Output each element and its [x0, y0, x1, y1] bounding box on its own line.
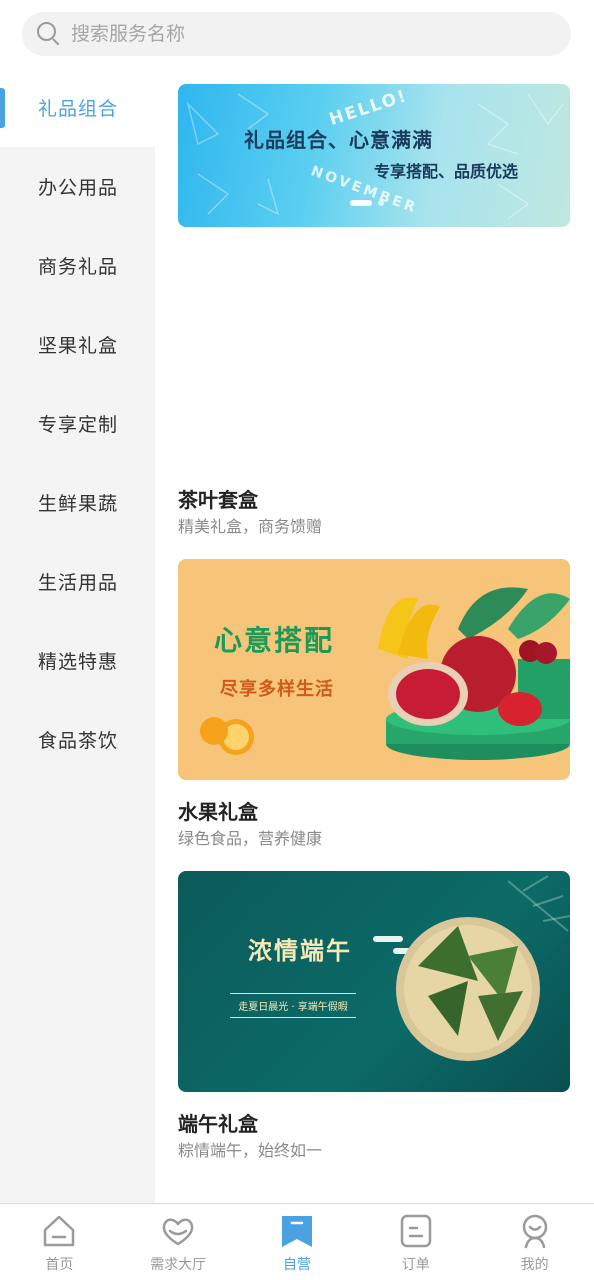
sidebar-item-label: 商务礼品	[38, 256, 119, 278]
promo-banner[interactable]: HELLO! 礼品组合、心意满满 专享搭配、品质优选 NOVEMBER	[178, 84, 570, 227]
bottom-tab-bar: 首页 需求大厅 自营 订单 我的	[0, 1203, 594, 1280]
tab-label: 我的	[520, 1257, 549, 1273]
product-desc: 绿色食品，营养健康	[178, 829, 323, 848]
sidebar-item-label: 精选特惠	[38, 651, 119, 673]
sidebar-item-label: 生鲜果蔬	[38, 493, 119, 515]
sidebar-item-label: 办公用品	[38, 177, 119, 199]
banner-title: 礼品组合、心意满满	[244, 128, 433, 152]
sidebar-item-label: 生活用品	[38, 572, 119, 594]
dragon-image-subtitle: 走夏日晨光 · 享端午假暇	[230, 993, 356, 1018]
carousel-dot[interactable]	[378, 200, 384, 206]
carousel-dot-active[interactable]	[350, 200, 372, 206]
product-item-tea[interactable]: 茶叶套盒 精美礼盒，商务馈赠	[178, 486, 570, 538]
product-desc: 粽情端午，始终如一	[178, 1141, 323, 1160]
tab-orders[interactable]: 订单	[356, 1204, 475, 1280]
sidebar-item-fresh-produce[interactable]: 生鲜果蔬	[0, 463, 155, 542]
sidebar-item-label: 专享定制	[38, 414, 119, 436]
sidebar-item-daily-goods[interactable]: 生活用品	[0, 542, 155, 621]
sidebar-item-business-gifts[interactable]: 商务礼品	[0, 226, 155, 305]
search-icon	[37, 22, 61, 46]
fruit-illustration-icon	[200, 587, 570, 760]
tab-demand-hall[interactable]: 需求大厅	[119, 1204, 238, 1280]
tab-label: 自营	[282, 1257, 311, 1273]
product-name: 端午礼盒	[178, 1112, 258, 1136]
product-name: 水果礼盒	[178, 800, 258, 824]
home-icon	[44, 1215, 75, 1247]
product-image-dragon-boat[interactable]: 浓情端午 走夏日晨光 · 享端午假暇	[178, 871, 570, 1092]
tab-label: 需求大厅	[150, 1257, 207, 1273]
tab-profile[interactable]: 我的	[475, 1204, 594, 1280]
product-desc: 精美礼盒，商务馈赠	[178, 517, 323, 536]
banner-subtitle: 专享搭配、品质优选	[374, 162, 519, 181]
bookmark-icon	[281, 1216, 312, 1247]
zongzi-illustration-icon	[373, 875, 570, 1061]
user-icon	[522, 1214, 547, 1249]
dragon-image-title: 浓情端午	[248, 936, 352, 965]
sidebar-item-exclusive-custom[interactable]: 专享定制	[0, 384, 155, 463]
sidebar-item-office-supplies[interactable]: 办公用品	[0, 147, 155, 226]
product-item-fruit[interactable]: 水果礼盒 绿色食品，营养健康	[178, 798, 570, 850]
product-name: 茶叶套盒	[178, 488, 258, 512]
sidebar-item-gift-combo[interactable]: 礼品组合	[0, 68, 155, 147]
sidebar-item-special-offers[interactable]: 精选特惠	[0, 621, 155, 700]
tab-label: 订单	[401, 1257, 430, 1273]
sidebar-item-food-drinks[interactable]: 食品茶饮	[0, 700, 155, 779]
product-item-dragon-boat[interactable]: 端午礼盒 粽情端午，始终如一	[178, 1110, 570, 1162]
tab-home[interactable]: 首页	[0, 1204, 119, 1280]
product-image-fruit[interactable]: 心意搭配 尽享多样生活	[178, 559, 570, 780]
category-sidebar: 礼品组合 办公用品 商务礼品 坚果礼盒 专享定制 生鲜果蔬 生活用品 精选特惠 …	[0, 68, 155, 1203]
search-box[interactable]	[22, 12, 571, 56]
sidebar-item-nut-gift-box[interactable]: 坚果礼盒	[0, 305, 155, 384]
tab-self-operated[interactable]: 自营	[238, 1204, 357, 1280]
order-icon	[400, 1214, 432, 1248]
search-input[interactable]	[71, 23, 511, 45]
heart-hands-icon	[162, 1218, 194, 1246]
sidebar-item-label: 坚果礼盒	[38, 335, 119, 357]
carousel-indicator	[350, 200, 384, 206]
sidebar-item-label: 食品茶饮	[38, 730, 119, 752]
search-bar	[0, 0, 594, 72]
tab-label: 首页	[45, 1257, 74, 1273]
sidebar-item-label: 礼品组合	[38, 98, 119, 120]
